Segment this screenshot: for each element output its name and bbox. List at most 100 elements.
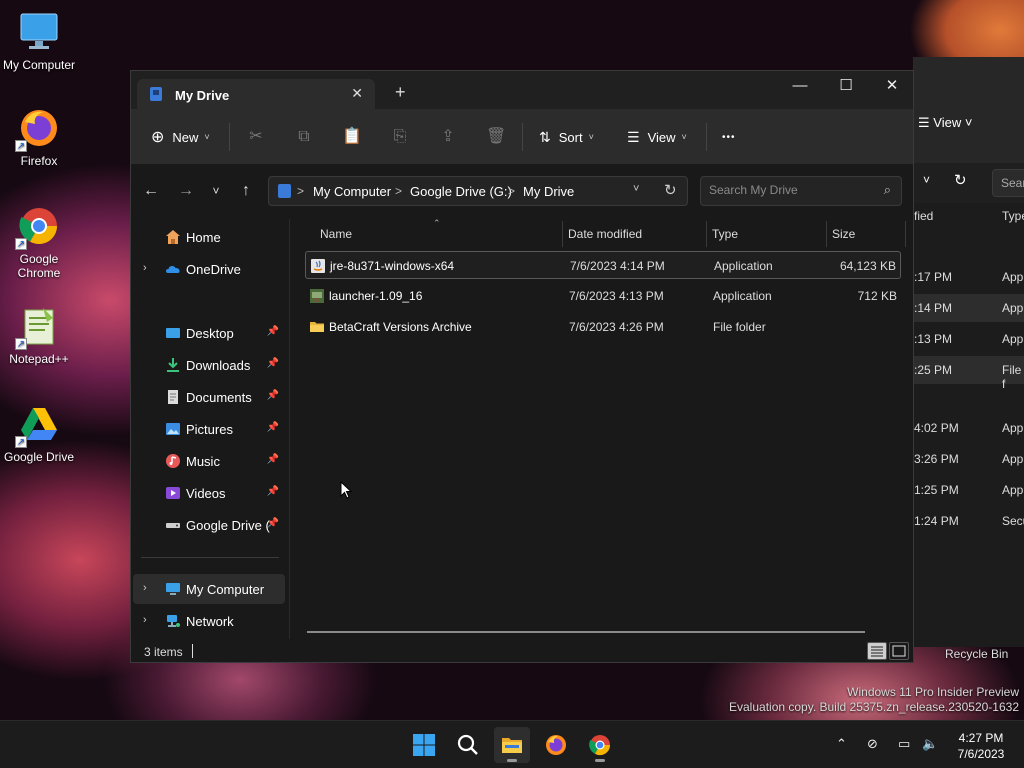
pane-divider[interactable] bbox=[289, 219, 290, 639]
desktop-icon-google-drive[interactable]: ↗ Google Drive bbox=[1, 402, 77, 464]
desktop-icon-my-computer[interactable]: My Computer bbox=[1, 10, 77, 72]
pin-icon[interactable]: 📌 bbox=[267, 422, 279, 433]
start-button[interactable] bbox=[406, 727, 442, 763]
refresh-icon[interactable]: ↻ bbox=[954, 171, 967, 189]
up-arrow-icon[interactable]: ↑ bbox=[234, 180, 258, 202]
volume-icon[interactable]: 🔈 bbox=[922, 736, 938, 752]
recent-locations-icon[interactable]: ˅ bbox=[204, 180, 228, 202]
taskbar-file-explorer[interactable] bbox=[494, 727, 530, 763]
paste-icon[interactable]: 📋 bbox=[342, 127, 362, 147]
taskbar-firefox[interactable] bbox=[538, 727, 574, 763]
refresh-icon[interactable]: ↻ bbox=[664, 181, 677, 199]
expand-chevron-icon[interactable]: › bbox=[143, 614, 147, 626]
file-explorer-window[interactable]: My Drive ✕ + — ☐ ✕ ⊕ New ˅ ✂ ⧉ 📋 ⎘ ⇪ 🗑 ⇅… bbox=[130, 70, 914, 663]
breadcrumb-google-drive[interactable]: Google Drive (G:) bbox=[410, 184, 512, 199]
address-dropdown-icon[interactable]: ˅ bbox=[633, 183, 639, 195]
copy-icon[interactable]: ⧉ bbox=[294, 127, 314, 147]
sidebar-item-network[interactable]: › Network bbox=[133, 606, 285, 636]
background-row[interactable]: 1:25 PM App bbox=[914, 476, 1024, 504]
tiles-view-button[interactable] bbox=[889, 642, 909, 660]
pin-icon[interactable]: 📌 bbox=[267, 518, 279, 529]
sidebar-item-videos[interactable]: Videos 📌 bbox=[133, 478, 285, 508]
desktop-icon-notepad-plus-plus[interactable]: ↗ Notepad++ bbox=[1, 304, 77, 366]
background-column-type[interactable]: Type bbox=[1002, 209, 1024, 223]
background-row[interactable]: :17 PM App bbox=[914, 263, 1024, 291]
sidebar-item-my-computer[interactable]: › My Computer bbox=[133, 574, 285, 604]
details-view-button[interactable] bbox=[867, 642, 887, 660]
file-row[interactable]: jre-8u371-windows-x64 7/6/2023 4:14 PM A… bbox=[305, 251, 901, 279]
sidebar-item-documents[interactable]: Documents 📌 bbox=[133, 382, 285, 412]
sidebar-item-desktop[interactable]: Desktop 📌 bbox=[133, 318, 285, 348]
delete-icon[interactable]: 🗑 bbox=[486, 127, 506, 147]
maximize-button[interactable]: ☐ bbox=[823, 71, 869, 103]
column-size[interactable]: Size bbox=[832, 227, 855, 241]
expand-chevron-icon[interactable]: › bbox=[143, 582, 147, 594]
recycle-bin-label[interactable]: Recycle Bin bbox=[945, 647, 1008, 661]
sidebar-item-google-drive[interactable]: Google Drive (G:) 📌 bbox=[133, 510, 285, 540]
display-icon[interactable]: ▭ bbox=[898, 736, 910, 752]
pin-icon[interactable]: 📌 bbox=[267, 326, 279, 337]
close-window-button[interactable]: ✕ bbox=[869, 71, 913, 103]
background-explorer-window[interactable]: ☰ View ˅ ˅ ↻ Searc fied Type :17 PM App :… bbox=[913, 57, 1024, 647]
background-search-input[interactable]: Searc bbox=[992, 169, 1024, 197]
column-type[interactable]: Type bbox=[712, 227, 738, 241]
background-view-button[interactable]: ☰ View ˅ bbox=[918, 115, 972, 131]
network-disconnected-icon[interactable]: ⊘ bbox=[867, 736, 878, 752]
pin-icon[interactable]: 📌 bbox=[267, 454, 279, 465]
desktop-icon-google-chrome[interactable]: ↗ Google Chrome bbox=[1, 204, 77, 280]
show-hidden-icons-chevron-icon[interactable]: ⌃ bbox=[836, 736, 847, 752]
column-date-modified[interactable]: Date modified bbox=[568, 227, 642, 241]
new-tab-icon[interactable]: + bbox=[395, 83, 406, 101]
sidebar-item-onedrive[interactable]: › OneDrive bbox=[133, 254, 285, 284]
forward-arrow-icon[interactable]: → bbox=[174, 180, 198, 202]
sidebar-item-pictures[interactable]: Pictures 📌 bbox=[133, 414, 285, 444]
sidebar-item-downloads[interactable]: Downloads 📌 bbox=[133, 350, 285, 380]
title-bar[interactable]: My Drive ✕ + — ☐ ✕ bbox=[131, 71, 913, 109]
background-row[interactable]: :13 PM App bbox=[914, 325, 1024, 353]
search-input[interactable] bbox=[709, 183, 869, 197]
address-bar[interactable]: > My Computer > Google Drive (G:) > My D… bbox=[268, 176, 688, 206]
breadcrumb-my-computer[interactable]: My Computer bbox=[313, 184, 391, 199]
background-row-type: App bbox=[1002, 421, 1024, 435]
file-row[interactable]: launcher-1.09_16 7/6/2023 4:13 PM Applic… bbox=[305, 282, 901, 310]
sidebar-item-home[interactable]: Home bbox=[133, 222, 285, 252]
file-row[interactable]: BetaCraft Versions Archive 7/6/2023 4:26… bbox=[305, 313, 901, 341]
cut-icon[interactable]: ✂ bbox=[246, 127, 266, 147]
pin-icon[interactable]: 📌 bbox=[267, 390, 279, 401]
watermark-line-1: Windows 11 Pro Insider Preview bbox=[847, 685, 1019, 699]
new-button[interactable]: ⊕ New ˅ bbox=[151, 123, 210, 151]
pin-icon[interactable]: 📌 bbox=[267, 358, 279, 369]
column-divider[interactable] bbox=[562, 221, 563, 247]
chevron-down-icon[interactable]: ˅ bbox=[923, 173, 930, 187]
breadcrumb-my-drive[interactable]: My Drive bbox=[523, 184, 574, 199]
expand-chevron-icon[interactable]: › bbox=[143, 262, 147, 274]
horizontal-scrollbar[interactable] bbox=[307, 631, 865, 633]
view-button[interactable]: ☰ View ˅ bbox=[627, 123, 687, 151]
column-divider[interactable] bbox=[905, 221, 906, 247]
system-clock[interactable]: 4:27 PM 7/6/2023 bbox=[942, 730, 1020, 762]
search-box[interactable]: ⌕ bbox=[700, 176, 902, 206]
close-tab-icon[interactable]: ✕ bbox=[351, 85, 363, 102]
background-row[interactable]: 1:24 PM Secu bbox=[914, 507, 1024, 535]
more-options-button[interactable]: ••• bbox=[722, 123, 736, 151]
background-column-date[interactable]: fied bbox=[914, 209, 933, 223]
background-row[interactable]: :25 PM File f bbox=[914, 356, 1024, 391]
taskbar-search-button[interactable] bbox=[450, 727, 486, 763]
back-arrow-icon[interactable]: ← bbox=[139, 180, 163, 202]
sidebar-item-music[interactable]: Music 📌 bbox=[133, 446, 285, 476]
background-row[interactable]: :14 PM App bbox=[914, 294, 1024, 322]
sort-button[interactable]: ⇅ Sort ˅ bbox=[539, 123, 594, 151]
background-row[interactable]: 3:26 PM App bbox=[914, 445, 1024, 473]
background-row[interactable]: 4:02 PM App bbox=[914, 414, 1024, 442]
tab-my-drive[interactable]: My Drive ✕ bbox=[137, 79, 375, 109]
pin-icon[interactable]: 📌 bbox=[267, 486, 279, 497]
minimize-button[interactable]: — bbox=[777, 71, 823, 103]
rename-icon[interactable]: ⎘ bbox=[390, 127, 410, 147]
desktop-icon-firefox[interactable]: ↗ Firefox bbox=[1, 106, 77, 168]
column-name[interactable]: Name bbox=[320, 227, 352, 241]
share-icon[interactable]: ⇪ bbox=[438, 127, 458, 147]
column-divider[interactable] bbox=[706, 221, 707, 247]
taskbar-chrome[interactable] bbox=[582, 727, 618, 763]
column-divider[interactable] bbox=[826, 221, 827, 247]
breadcrumb-separator: > bbox=[297, 184, 305, 198]
